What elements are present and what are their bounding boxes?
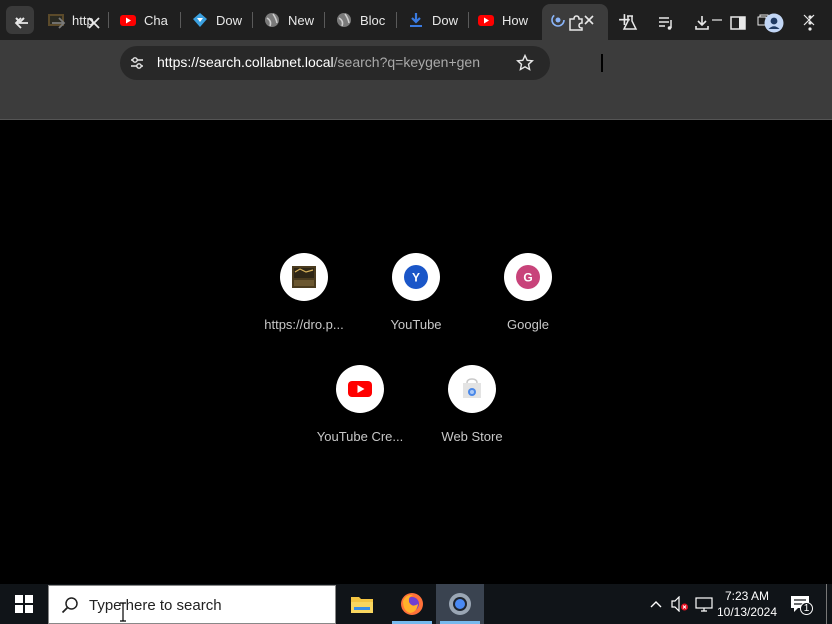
shortcut-icon-circle xyxy=(280,253,328,301)
url-text: https://search.collabnet.local/search?q=… xyxy=(157,54,480,70)
shortcut-icon-circle: Y xyxy=(392,253,440,301)
new-tab-page: https://dro.p... Y YouTube G Google YouT… xyxy=(0,121,832,584)
windows-logo-icon xyxy=(15,595,33,613)
taskbar-chrome[interactable] xyxy=(436,584,484,624)
shortcut-tile[interactable]: YouTube Cre... xyxy=(304,365,416,465)
tab-6[interactable]: Dow xyxy=(408,6,458,34)
clock-time: 7:23 AM xyxy=(724,589,770,603)
webstore-icon xyxy=(463,378,481,398)
arrow-right-icon xyxy=(52,17,66,29)
flask-icon xyxy=(622,15,638,30)
search-icon xyxy=(61,597,78,614)
stop-loading-button[interactable] xyxy=(80,9,108,37)
labs-button[interactable] xyxy=(616,9,644,37)
shortcut-icon-circle xyxy=(336,365,384,413)
tab-2[interactable]: Char xyxy=(120,6,168,34)
site-thumbnail-icon xyxy=(292,266,316,288)
site-info-icon[interactable] xyxy=(128,54,146,77)
show-desktop-button[interactable] xyxy=(826,584,827,624)
download-diamond-icon xyxy=(192,12,208,28)
youtube-icon xyxy=(478,12,494,28)
notification-badge: 1 xyxy=(800,602,813,615)
shortcut-tile[interactable]: Web Store xyxy=(416,365,528,465)
media-control-button[interactable] xyxy=(652,9,680,37)
tab-label: Bloc xyxy=(360,12,386,28)
folder-icon xyxy=(351,597,373,613)
tab-separator xyxy=(180,12,181,28)
toolbar-divider xyxy=(601,54,603,72)
avatar-icon xyxy=(764,13,784,33)
firefox-icon xyxy=(401,593,423,615)
network-icon xyxy=(695,597,713,612)
shortcut-letter: G xyxy=(523,271,532,285)
shortcut-label: YouTube xyxy=(390,317,442,332)
taskbar-search-box[interactable]: Type here to search xyxy=(48,585,336,624)
shortcut-tile[interactable]: Y YouTube xyxy=(360,253,472,353)
side-panel-button[interactable] xyxy=(724,9,752,37)
show-hidden-icons-button[interactable] xyxy=(646,594,666,614)
start-button[interactable] xyxy=(0,584,48,624)
chevron-up-icon xyxy=(650,601,662,608)
url-host: https://search.collabnet.local xyxy=(157,54,334,70)
shortcut-icon-circle xyxy=(448,365,496,413)
shortcut-label: YouTube Cre... xyxy=(316,429,404,444)
clock[interactable]: 7:23 AM 10/13/2024 xyxy=(712,588,782,620)
youtube-icon xyxy=(348,381,372,397)
network-button[interactable] xyxy=(694,594,714,614)
tab-4[interactable]: New xyxy=(264,6,314,34)
shortcut-icon-circle: G xyxy=(504,253,552,301)
shortcut-letter: Y xyxy=(412,271,420,285)
shortcut-tile[interactable]: G Google xyxy=(472,253,584,353)
extensions-button[interactable] xyxy=(562,9,590,37)
search-placeholder: Type here to search xyxy=(89,597,222,614)
letter-avatar-icon: Y xyxy=(404,265,428,289)
shortcut-tile[interactable]: https://dro.p... xyxy=(248,253,360,353)
downloads-button[interactable] xyxy=(688,9,716,37)
bookmark-star-icon[interactable] xyxy=(515,53,535,77)
playlist-icon xyxy=(659,17,672,30)
url-path: /search?q=keygen+gen xyxy=(333,54,480,70)
volume-button[interactable] xyxy=(670,594,690,614)
shortcut-label: Web Store xyxy=(441,429,503,444)
tab-separator xyxy=(108,12,109,28)
tab-5[interactable]: Bloc xyxy=(336,6,386,34)
tab-separator xyxy=(252,12,253,28)
clock-date: 10/13/2024 xyxy=(716,605,778,619)
youtube-icon xyxy=(120,12,136,28)
tab-label: Char xyxy=(144,12,168,28)
text-cursor-icon xyxy=(120,602,126,622)
tab-separator xyxy=(324,12,325,28)
notification-center-button[interactable]: 1 xyxy=(788,594,813,615)
forward-button[interactable] xyxy=(44,9,72,37)
taskbar-firefox[interactable] xyxy=(388,584,436,624)
letter-avatar-icon: G xyxy=(516,265,540,289)
speaker-muted-icon xyxy=(671,596,688,612)
side-panel-icon xyxy=(730,16,746,30)
tab-3[interactable]: Dow xyxy=(192,6,242,34)
address-bar[interactable]: https://search.collabnet.local/search?q=… xyxy=(120,46,550,80)
back-button[interactable] xyxy=(8,9,36,37)
tab-label: Dow xyxy=(216,12,242,28)
shortcut-label: Google xyxy=(507,317,549,332)
taskbar-file-explorer[interactable] xyxy=(338,584,386,624)
arrow-left-icon xyxy=(14,17,28,29)
shortcut-label: https://dro.p... xyxy=(264,317,344,332)
tab-label: How xyxy=(502,12,528,28)
menu-button[interactable] xyxy=(796,9,824,37)
tab-separator xyxy=(396,12,397,28)
bookmarks-bar xyxy=(0,86,832,120)
globe-icon xyxy=(336,12,352,28)
profile-button[interactable] xyxy=(760,9,788,37)
tab-separator xyxy=(468,12,469,28)
kebab-menu-icon xyxy=(808,15,812,31)
chrome-icon xyxy=(449,593,471,615)
download-icon xyxy=(695,16,709,30)
tab-label: New xyxy=(288,12,314,28)
tab-label: Dow xyxy=(432,12,458,28)
download-arrow-icon xyxy=(408,12,424,28)
stop-icon xyxy=(88,17,100,29)
globe-icon xyxy=(264,12,280,28)
puzzle-icon xyxy=(569,15,583,31)
tab-7[interactable]: How xyxy=(478,6,528,34)
